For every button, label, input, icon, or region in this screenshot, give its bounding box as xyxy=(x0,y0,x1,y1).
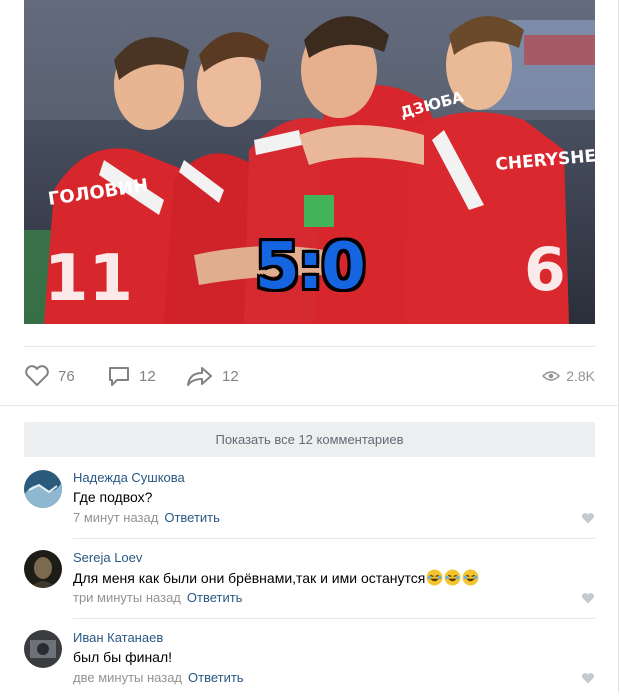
post-card: ГОЛОВИН ДЗЮБА CHERYSHEV 11 6 5:0 76 12 1… xyxy=(0,0,619,693)
comment-icon xyxy=(107,365,131,387)
show-all-comments-button[interactable]: Показать все 12 комментариев xyxy=(24,422,595,457)
comment-author[interactable]: Sereja Loev xyxy=(73,550,142,565)
comment-author[interactable]: Надежда Сушкова xyxy=(73,470,185,485)
comment-meta: три минуты назад Ответить xyxy=(73,590,242,605)
like-button[interactable]: 76 xyxy=(24,360,75,392)
comment-item: Sereja Loev Для меня как были они брёвна… xyxy=(24,540,595,620)
post-actions-bar: 76 12 12 2.8K xyxy=(24,360,595,392)
comment-divider xyxy=(73,618,595,619)
share-count: 12 xyxy=(222,367,239,385)
views-count: 2.8K xyxy=(566,368,595,384)
views-counter: 2.8K xyxy=(542,360,595,392)
avatar[interactable] xyxy=(24,550,62,588)
share-icon xyxy=(186,365,214,387)
comment-button[interactable]: 12 xyxy=(107,360,156,392)
reply-button[interactable]: Ответить xyxy=(164,510,220,525)
comment-item: Надежда Сушкова Где подвох? 7 минут наза… xyxy=(24,460,595,540)
comment-time[interactable]: три минуты назад xyxy=(73,590,181,605)
comment-text: Где подвох? xyxy=(73,489,153,505)
like-heart-icon[interactable] xyxy=(581,672,595,684)
comment-text-body: Для меня как были они брёвнами,так и ими… xyxy=(73,570,426,586)
comment-text: был бы финал! xyxy=(73,649,173,665)
comment-count: 12 xyxy=(139,367,156,385)
eye-icon xyxy=(542,370,561,382)
comment-meta: 7 минут назад Ответить xyxy=(73,510,220,525)
comment-text: Для меня как были они брёвнами,так и ими… xyxy=(73,569,479,586)
comment-time[interactable]: 7 минут назад xyxy=(73,510,158,525)
like-heart-icon[interactable] xyxy=(581,592,595,604)
score-overlay: 5:0 xyxy=(255,230,366,304)
like-count: 76 xyxy=(58,367,75,385)
comment-meta: две минуты назад Ответить xyxy=(73,670,244,685)
post-photo[interactable]: ГОЛОВИН ДЗЮБА CHERYSHEV 11 6 5:0 xyxy=(24,0,595,324)
share-button[interactable]: 12 xyxy=(186,360,239,392)
avatar[interactable] xyxy=(24,470,62,508)
comment-time[interactable]: две минуты назад xyxy=(73,670,182,685)
reply-button[interactable]: Ответить xyxy=(187,590,243,605)
divider xyxy=(24,346,595,347)
reply-button[interactable]: Ответить xyxy=(188,670,244,685)
comment-author[interactable]: Иван Катанаев xyxy=(73,630,163,645)
heart-icon xyxy=(24,365,50,387)
section-divider xyxy=(0,405,619,406)
comment-divider xyxy=(73,538,595,539)
comment-item: Иван Катанаев был бы финал! две минуты н… xyxy=(24,620,595,700)
avatar[interactable] xyxy=(24,630,62,668)
like-heart-icon[interactable] xyxy=(581,512,595,524)
rofl-emoji-icon xyxy=(425,569,479,586)
